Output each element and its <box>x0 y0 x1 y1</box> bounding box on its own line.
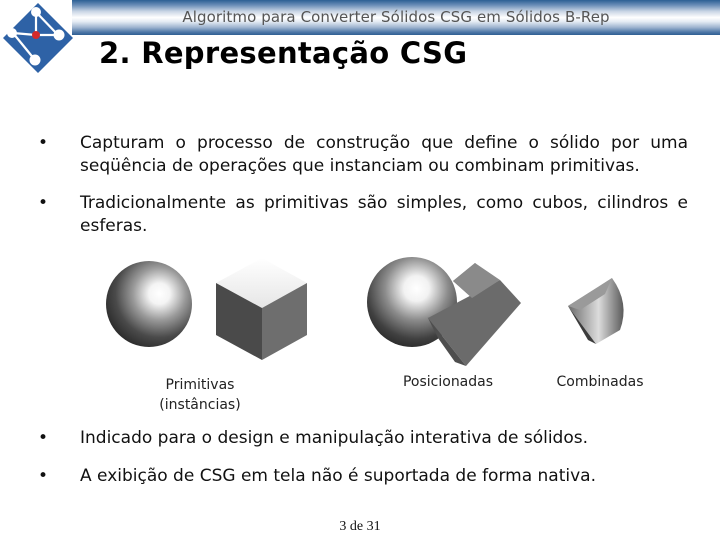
bullet-dot-icon: • <box>38 466 49 486</box>
caption-primitives-line2: (instâncias) <box>159 397 241 413</box>
bullet-text: A exibição de CSG em tela não é suportad… <box>80 466 596 486</box>
caption-positioned: Posicionadas <box>402 374 494 390</box>
csg-figure <box>106 257 624 366</box>
page-number: 3 de 31 <box>339 519 381 534</box>
network-diamond-logo-icon <box>3 3 73 73</box>
positioned-primitives <box>367 257 521 366</box>
bullet-text: Tradicionalmente as primitivas são simpl… <box>80 193 688 236</box>
combined-solid <box>568 278 624 344</box>
bullet-item: • Tradicionalmente as primitivas são sim… <box>38 192 688 238</box>
caption-primitives-line1: Primitivas <box>165 377 235 393</box>
bullet-text: Capturam o processo de construção que de… <box>80 133 688 176</box>
slide-title: 2. Representação CSG <box>99 36 468 70</box>
cube-primitive <box>216 258 307 360</box>
bullet-dot-icon: • <box>38 193 49 213</box>
header-bar: Algoritmo para Converter Sólidos CSG em … <box>72 0 720 35</box>
caption-combined: Combinadas <box>556 374 644 390</box>
presentation-title: Algoritmo para Converter Sólidos CSG em … <box>182 8 610 26</box>
bullet-item: • A exibição de CSG em tela não é suport… <box>38 465 688 488</box>
bullet-dot-icon: • <box>38 133 49 153</box>
sphere-primitive <box>106 261 192 347</box>
bullet-item: • Indicado para o design e manipulação i… <box>38 427 688 450</box>
bullet-dot-icon: • <box>38 428 49 448</box>
bullet-text: Indicado para o design e manipulação int… <box>80 428 589 448</box>
bullet-item: • Capturam o processo de construção que … <box>38 132 688 178</box>
caption-primitives: Primitivas (instâncias) <box>140 375 260 415</box>
